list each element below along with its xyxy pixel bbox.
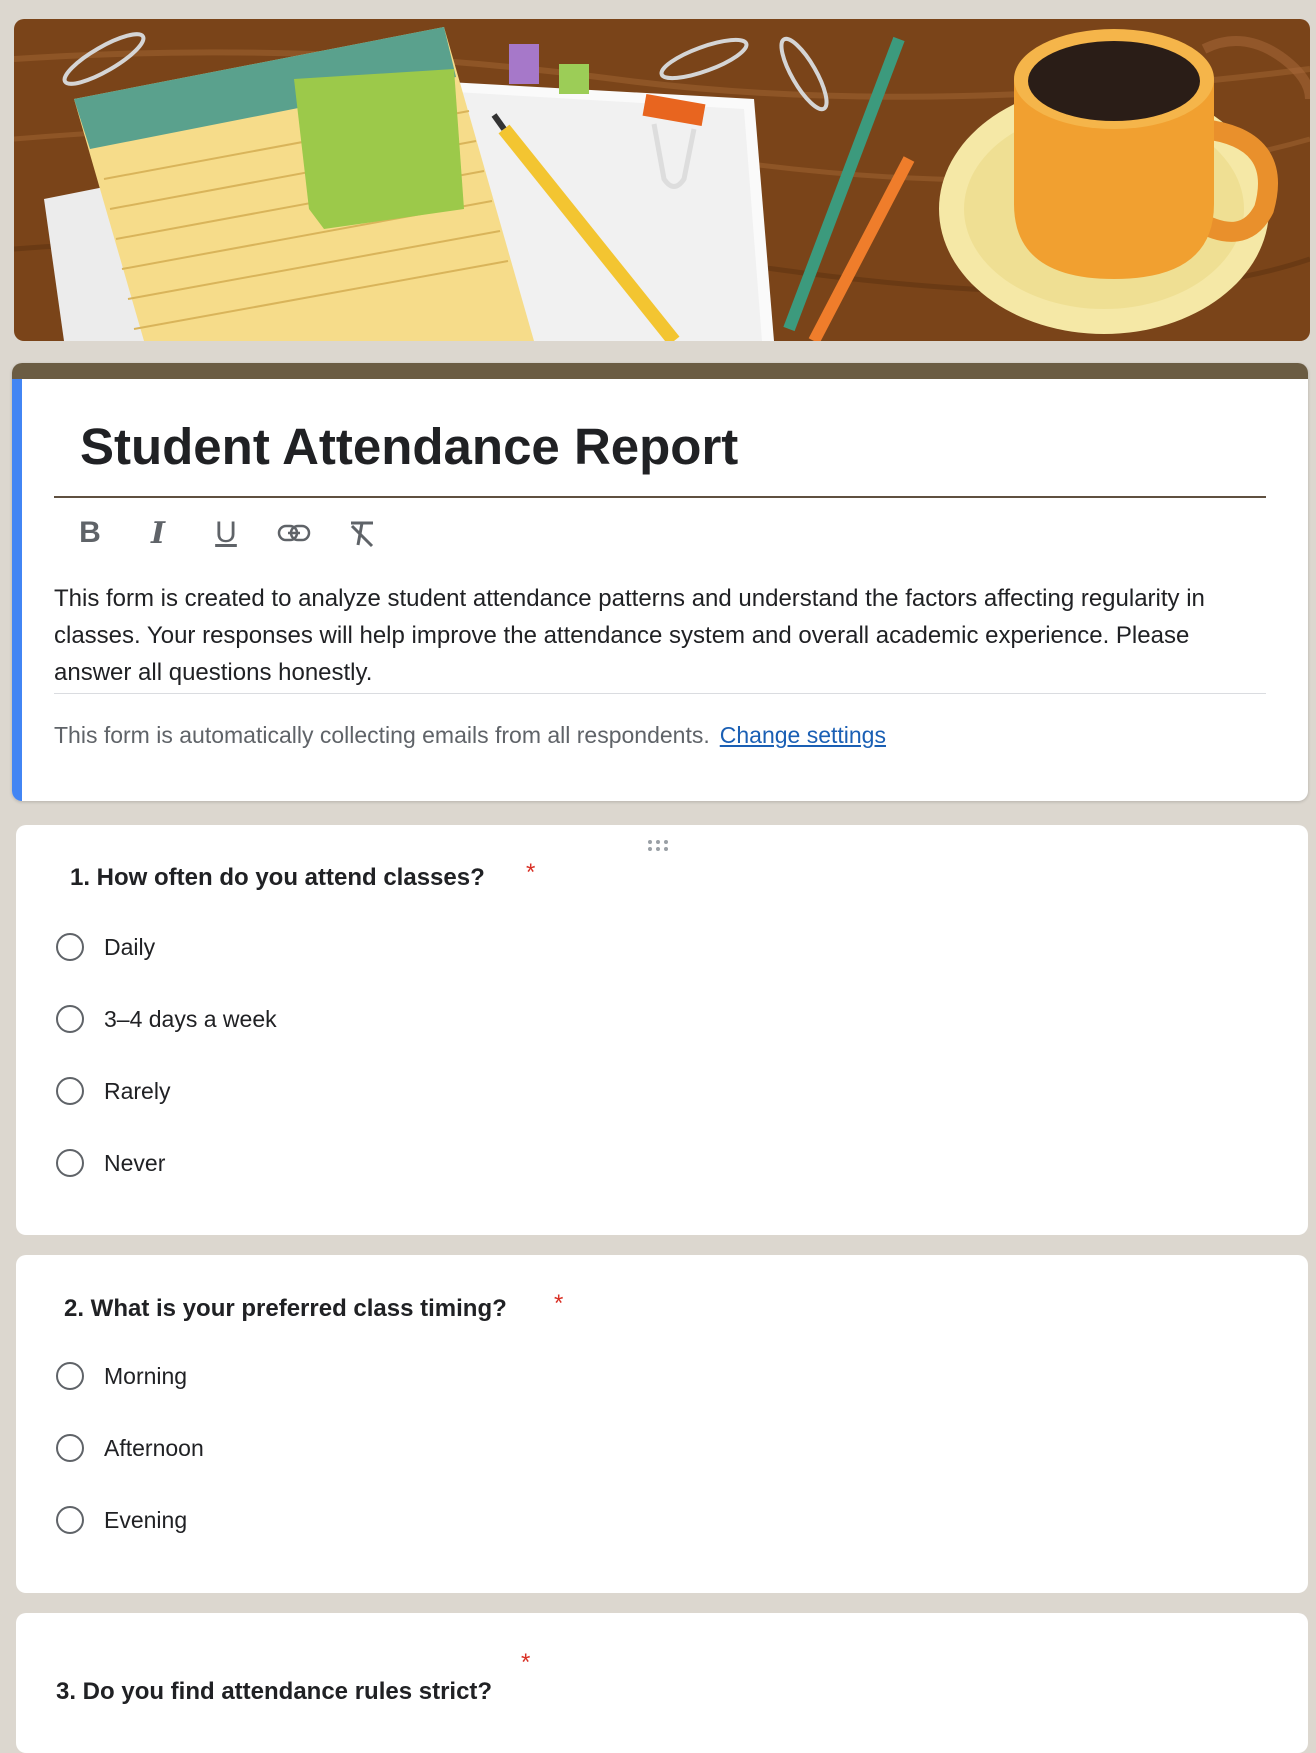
header-color-bar [12,363,1308,379]
option-label: Morning [104,1362,188,1389]
change-settings-link[interactable]: Change settings [720,722,886,748]
radio-button[interactable] [56,1149,84,1177]
option-label: Evening [104,1506,188,1533]
radio-option-evening[interactable]: Evening [56,1502,187,1538]
radio-option-never[interactable]: Never [56,1145,165,1181]
required-asterisk: * [526,859,536,886]
radio-button[interactable] [56,933,84,961]
email-note-text: This form is automatically collecting em… [54,722,710,748]
radio-button[interactable] [56,1506,84,1534]
radio-option-daily[interactable]: Daily [56,929,155,965]
option-label: Afternoon [104,1434,204,1461]
form-title[interactable]: Student Attendance Report [80,416,738,477]
radio-button[interactable] [56,1434,84,1462]
option-label: Daily [104,933,156,960]
form-header-card[interactable]: Student Attendance Report B I U This for… [12,363,1308,801]
email-collection-note: This form is automatically collecting em… [54,722,886,749]
clear-format-icon[interactable] [340,511,384,555]
radio-option-3-4-days[interactable]: 3–4 days a week [56,1001,277,1037]
form-description[interactable]: This form is created to analyze student … [54,580,1272,691]
radio-option-rarely[interactable]: Rarely [56,1073,170,1109]
question-card[interactable]: * 3. Do you find attendance rules strict… [16,1613,1308,1753]
required-asterisk: * [521,1649,531,1676]
italic-icon[interactable]: I [136,511,180,555]
option-label: Rarely [104,1077,171,1104]
required-asterisk: * [554,1290,564,1317]
radio-button[interactable] [56,1005,84,1033]
title-input-underline [54,496,1266,498]
drag-handle-icon[interactable] [646,839,674,858]
bold-icon[interactable]: B [68,511,112,555]
radio-option-afternoon[interactable]: Afternoon [56,1430,204,1466]
link-icon[interactable] [272,511,316,555]
underline-icon[interactable]: U [204,511,248,555]
option-label: 3–4 days a week [104,1005,277,1032]
formatting-toolbar: B I U [68,511,408,555]
active-card-indicator [12,379,22,801]
option-label: Never [104,1149,166,1176]
radio-button[interactable] [56,1077,84,1105]
radio-button[interactable] [56,1362,84,1390]
radio-option-morning[interactable]: Morning [56,1358,187,1394]
description-divider [54,693,1266,694]
header-banner-image [14,19,1310,341]
question-card[interactable]: 2. What is your preferred class timing? … [16,1255,1308,1593]
question-card[interactable]: 1. How often do you attend classes? * Da… [16,825,1308,1235]
question-title[interactable]: 2. What is your preferred class timing? [64,1295,507,1323]
question-title[interactable]: 3. Do you find attendance rules strict? [56,1678,492,1706]
question-title[interactable]: 1. How often do you attend classes? [70,864,485,892]
